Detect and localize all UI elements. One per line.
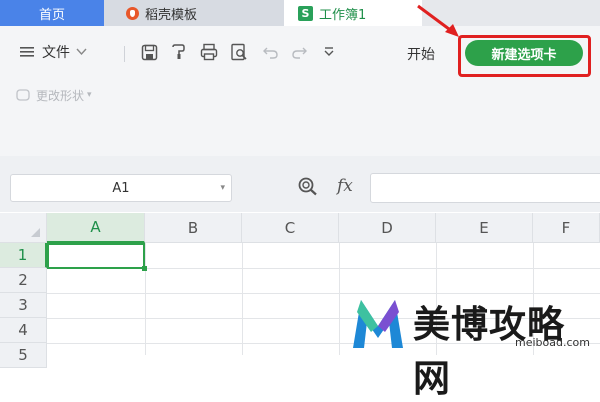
grid-line	[242, 243, 243, 355]
tab-templates[interactable]: 稻壳模板	[104, 0, 284, 26]
customize-toolbar-button[interactable]	[320, 43, 338, 61]
column-header[interactable]: B	[145, 213, 242, 243]
tab-start[interactable]: 开始	[407, 44, 435, 64]
fx-icon[interactable]: fx	[337, 176, 353, 196]
tab-home-label: 首页	[38, 7, 65, 23]
column-header[interactable]: F	[533, 213, 600, 243]
select-all-corner[interactable]	[0, 213, 47, 243]
watermark: 美博攻略网 meiboad.com	[345, 290, 600, 400]
tab-workbook-label: 工作簿1	[319, 7, 367, 23]
column-header[interactable]: A	[47, 213, 145, 243]
grid-line	[145, 243, 146, 355]
tab-bar: 首页 稻壳模板 S 工作簿1	[0, 0, 600, 26]
print-button[interactable]	[200, 43, 218, 61]
formula-input[interactable]	[370, 173, 600, 203]
formula-bar: A1 ▾ fx	[0, 156, 600, 212]
save-icon	[140, 43, 158, 61]
toolbar-divider	[124, 46, 125, 62]
annotation-arrow-icon	[417, 4, 459, 37]
redo-button[interactable]	[290, 43, 308, 61]
row-header[interactable]: 4	[0, 318, 47, 343]
row-header[interactable]: 2	[0, 268, 47, 293]
column-header[interactable]: D	[339, 213, 436, 243]
name-box-dropdown-icon: ▾	[220, 183, 225, 193]
file-menu-button[interactable]: 文件	[18, 42, 87, 62]
spreadsheet-icon: S	[298, 5, 313, 21]
print-preview-icon	[230, 43, 248, 61]
chevron-down-icon	[76, 46, 87, 59]
name-box[interactable]: A1 ▾	[10, 174, 232, 202]
file-menu-label: 文件	[42, 45, 70, 61]
zoom-icon[interactable]	[297, 176, 319, 200]
column-header[interactable]: E	[436, 213, 533, 243]
format-painter-icon	[170, 43, 188, 61]
menu-icon	[18, 43, 36, 61]
print-icon	[200, 43, 218, 61]
row-header[interactable]: 3	[0, 293, 47, 318]
highlight-box	[458, 35, 591, 77]
customize-icon	[320, 43, 338, 61]
column-header[interactable]: C	[242, 213, 339, 243]
shape-dropdown-icon: ▾	[87, 90, 92, 100]
tab-workbook[interactable]: S 工作簿1	[284, 0, 422, 26]
redo-icon	[290, 43, 308, 61]
row-header[interactable]: 5	[0, 343, 47, 368]
print-preview-button[interactable]	[230, 43, 248, 61]
active-cell[interactable]	[47, 243, 147, 271]
grid-line	[339, 243, 340, 355]
shape-icon	[14, 86, 32, 104]
undo-icon	[262, 43, 280, 61]
cell-reference: A1	[112, 180, 130, 196]
tab-templates-label: 稻壳模板	[145, 7, 198, 23]
docer-logo-icon	[126, 6, 139, 20]
change-shape-label: 更改形状	[36, 88, 85, 103]
tab-home[interactable]: 首页	[0, 0, 104, 26]
change-shape-button: 更改形状 ▾	[14, 86, 92, 104]
undo-button[interactable]	[262, 43, 280, 61]
watermark-logo-icon	[353, 300, 403, 348]
format-painter-button[interactable]	[170, 43, 188, 61]
save-button[interactable]	[140, 43, 158, 61]
watermark-url: meiboad.com	[515, 336, 590, 349]
row-header[interactable]: 1	[0, 243, 47, 268]
